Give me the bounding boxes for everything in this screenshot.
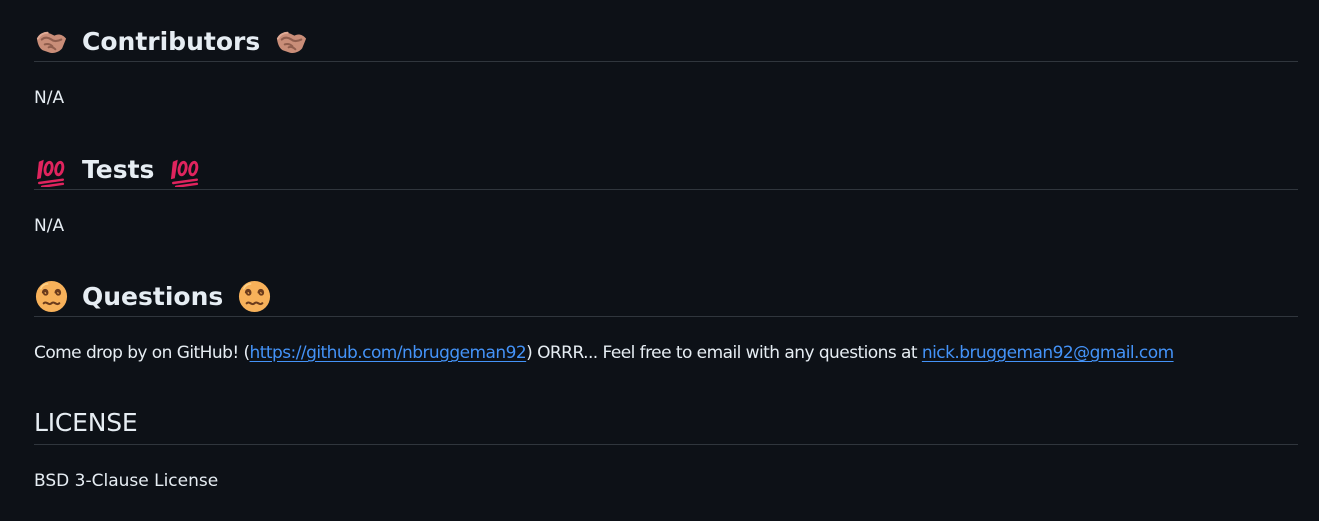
hundred-points-icon bbox=[34, 152, 69, 187]
questions-middle-text: ) ORRR... Feel free to email with any qu… bbox=[526, 343, 922, 363]
questions-section-heading: Questions bbox=[34, 271, 1298, 317]
license-content: BSD 3-Clause License bbox=[34, 471, 219, 491]
contributors-section-heading: Contributors bbox=[34, 16, 1298, 62]
github-profile-link[interactable]: https://github.com/nbruggeman92 bbox=[250, 343, 527, 363]
dizzy-face-icon bbox=[34, 279, 69, 314]
handshake-icon bbox=[34, 24, 69, 59]
questions-prefix-text: Come drop by on GitHub! ( bbox=[34, 343, 250, 363]
questions-title: Questions bbox=[82, 281, 224, 311]
contributors-title: Contributors bbox=[82, 26, 261, 56]
license-heading: LICENSE bbox=[34, 407, 138, 437]
tests-section-heading: Tests bbox=[34, 144, 1298, 190]
email-link[interactable]: nick.bruggeman92@gmail.com bbox=[922, 343, 1174, 363]
tests-content: N/A bbox=[34, 216, 65, 236]
tests-heading: Tests bbox=[34, 152, 203, 187]
contributors-heading: Contributors bbox=[34, 26, 309, 56]
contributors-content: N/A bbox=[34, 88, 65, 108]
readme-content: Contributors N/A Tests N/A Questions Com… bbox=[0, 0, 1319, 521]
hundred-points-icon bbox=[168, 152, 203, 187]
license-title: LICENSE bbox=[34, 407, 138, 437]
questions-heading: Questions bbox=[34, 279, 272, 314]
license-section-heading: LICENSE bbox=[34, 399, 1298, 445]
tests-title: Tests bbox=[82, 154, 155, 184]
questions-content: Come drop by on GitHub! (https://github.… bbox=[34, 341, 1174, 365]
dizzy-face-icon bbox=[237, 279, 272, 314]
handshake-icon bbox=[274, 24, 309, 59]
